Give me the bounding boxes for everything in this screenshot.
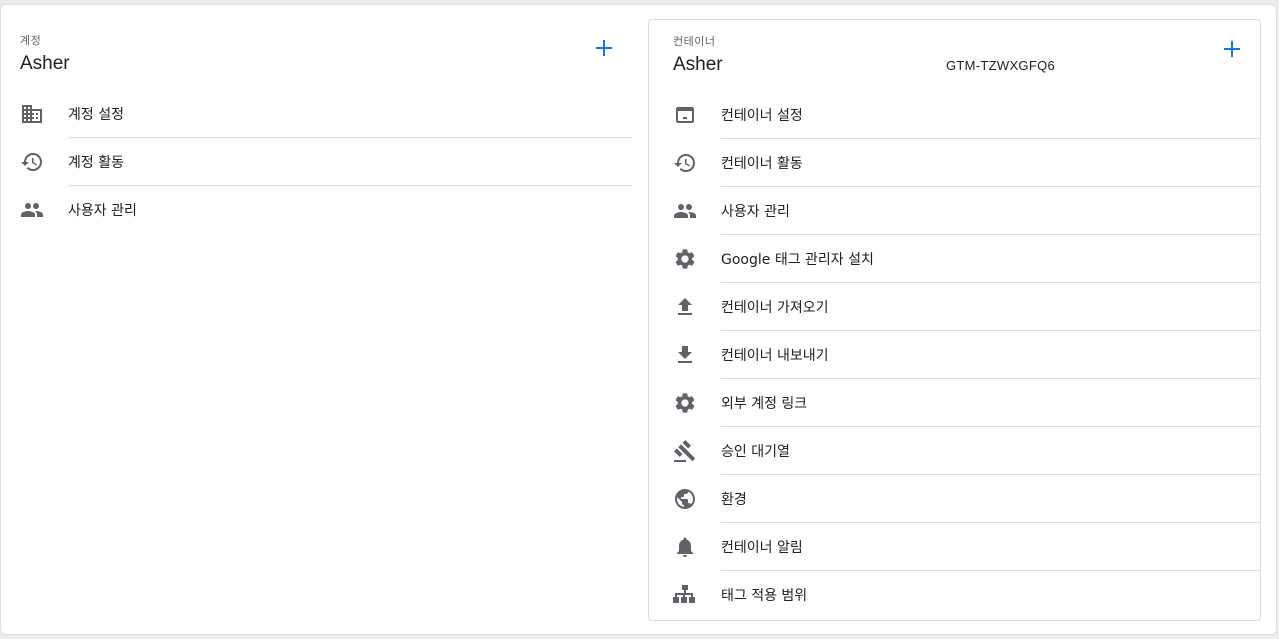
building-icon [20,102,44,126]
globe-icon [673,487,697,511]
container-item-import[interactable]: 컨테이너 가져오기 [649,283,1261,331]
container-public-id: GTM-TZWXGFQ6 [946,58,1056,73]
account-menu: 계정 설정 계정 활동 사용자 관리 [0,90,648,234]
container-item-label: 컨테이너 알림 [721,540,803,556]
account-item-label: 계정 활동 [68,155,124,171]
container-item-label: 환경 [721,492,747,508]
container-menu: 컨테이너 설정 컨테이너 활동 사용자 관리 Google 태그 관리자 설치 [649,91,1261,619]
sitemap-icon [673,583,697,607]
container-item-label: 컨테이너 가져오기 [721,300,829,316]
account-item-settings[interactable]: 계정 설정 [0,90,648,138]
container-item-tag-coverage[interactable]: 태그 적용 범위 [649,571,1260,619]
gear-icon [673,247,697,271]
account-item-users[interactable]: 사용자 관리 [0,186,648,234]
container-panel: 컨테이너 Asher GTM-TZWXGFQ6 컨테이너 설정 컨테이너 활동 … [648,19,1261,621]
container-item-export[interactable]: 컨테이너 내보내기 [649,331,1261,379]
gear-icon [673,391,697,415]
gavel-icon [673,439,697,463]
container-name: Asher [673,54,723,75]
account-section-label: 계정 [20,34,42,47]
upload-icon [673,295,697,319]
history-icon [20,150,44,174]
container-item-label: 태그 적용 범위 [721,588,808,604]
plus-icon [1224,41,1240,57]
container-item-label: 컨테이너 내보내기 [721,348,829,364]
bell-icon [673,535,697,559]
account-item-label: 사용자 관리 [68,203,137,219]
download-icon [673,343,697,367]
account-panel: 계정 Asher 계정 설정 계정 활동 사용자 관리 [0,4,648,635]
container-item-label: 컨테이너 설정 [721,108,803,124]
container-item-label: Google 태그 관리자 설치 [721,252,874,268]
container-item-settings[interactable]: 컨테이너 설정 [649,91,1261,139]
web-asset-icon [673,103,697,127]
account-item-label: 계정 설정 [68,107,124,123]
container-item-approval-queue[interactable]: 승인 대기열 [649,427,1261,475]
people-icon [673,199,697,223]
account-name: Asher [20,53,70,74]
container-section-label: 컨테이너 [673,35,716,48]
container-item-install[interactable]: Google 태그 관리자 설치 [649,235,1261,283]
container-item-label: 외부 계정 링크 [721,396,808,412]
add-container-button[interactable] [1216,33,1248,65]
container-item-label: 사용자 관리 [721,204,790,220]
add-account-button[interactable] [588,32,620,64]
container-item-notifications[interactable]: 컨테이너 알림 [649,523,1261,571]
container-item-users[interactable]: 사용자 관리 [649,187,1261,235]
container-item-external-links[interactable]: 외부 계정 링크 [649,379,1261,427]
history-icon [673,151,697,175]
container-item-label: 컨테이너 활동 [721,156,803,172]
plus-icon [596,40,612,56]
container-item-environments[interactable]: 환경 [649,475,1261,523]
account-item-activity[interactable]: 계정 활동 [0,138,648,186]
container-item-label: 승인 대기열 [721,444,790,460]
people-icon [20,198,44,222]
container-item-activity[interactable]: 컨테이너 활동 [649,139,1261,187]
